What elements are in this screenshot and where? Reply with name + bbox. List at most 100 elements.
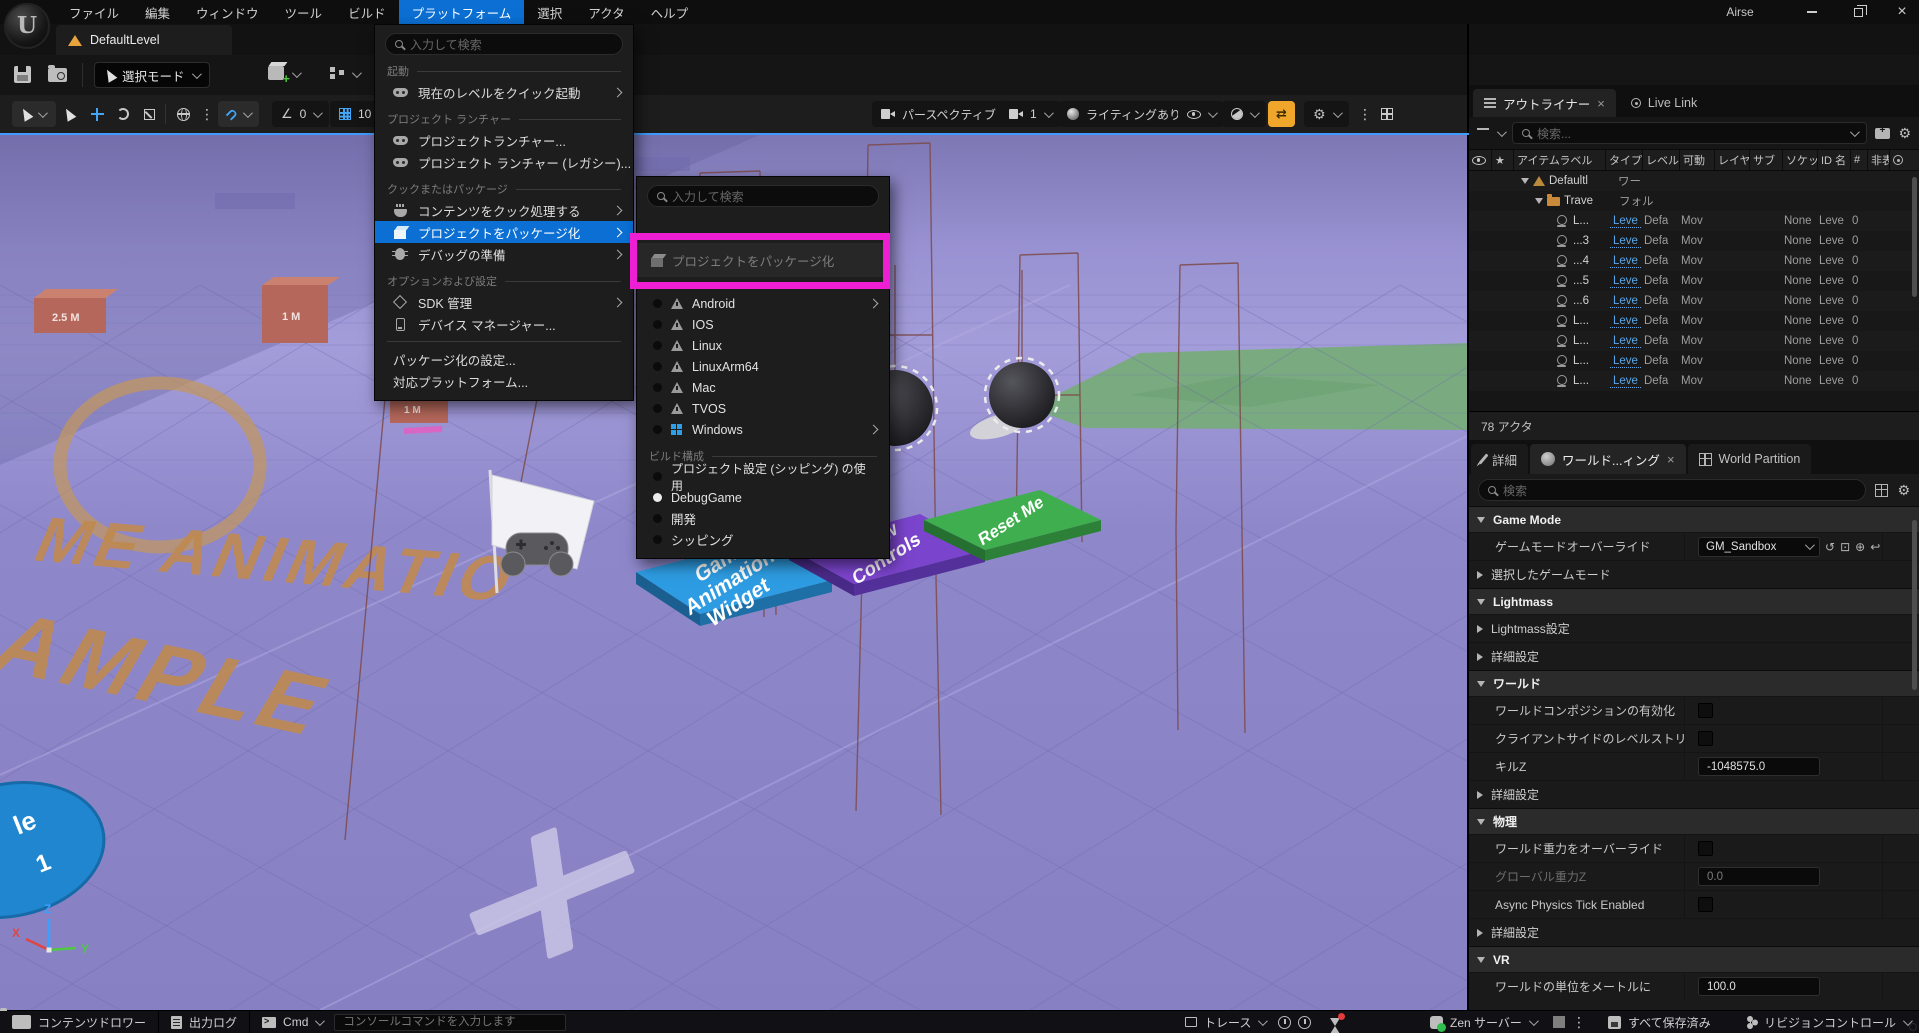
submenu-platform-linuxarm64[interactable]: LinuxArm64 xyxy=(637,356,889,377)
restore-button[interactable] xyxy=(1841,0,1875,24)
outliner-row-actor[interactable]: ...3 Leve Defa Mov None Leve 0 xyxy=(1469,231,1919,251)
add-folder-icon[interactable] xyxy=(1875,128,1890,139)
row-physics-advanced[interactable]: 詳細設定 xyxy=(1469,918,1919,946)
content-browser-icon[interactable] xyxy=(48,68,67,82)
section-vr[interactable]: VR xyxy=(1469,946,1919,972)
section-physics[interactable]: 物理 xyxy=(1469,808,1919,834)
browse-icon[interactable]: ⊡ xyxy=(1840,540,1850,554)
tab-world-settings[interactable]: ワールド...ィング xyxy=(1530,444,1686,474)
rotation-snap-dropdown[interactable] xyxy=(218,101,259,127)
tab-details[interactable]: 詳細 xyxy=(1471,444,1528,474)
submenu-platform-mac[interactable]: Mac xyxy=(637,377,889,398)
minimize-button[interactable] xyxy=(1795,0,1829,24)
tab-live-link[interactable]: Live Link xyxy=(1620,89,1708,117)
outliner-row-actor[interactable]: L... Leve Defa Mov None Leve 0 xyxy=(1469,371,1919,391)
menu-edit[interactable]: 編集 xyxy=(132,0,183,24)
gear-icon[interactable] xyxy=(1898,125,1911,142)
column-header-socket[interactable]: ソケッ xyxy=(1782,150,1817,170)
close-tab-icon[interactable] xyxy=(1597,96,1605,111)
star-column-header[interactable]: ★ xyxy=(1491,150,1513,170)
menu-item-device-manager[interactable]: デバイス マネージャー... xyxy=(375,313,633,335)
add-actor-icon[interactable] xyxy=(268,66,284,80)
insights-buttons[interactable] xyxy=(1278,1011,1311,1033)
unreal-logo[interactable]: U xyxy=(4,3,50,49)
tab-world-partition[interactable]: World Partition xyxy=(1688,444,1812,474)
column-header-type[interactable]: タイプ xyxy=(1605,150,1642,170)
revision-control-dropdown[interactable]: リビジョンコントロール xyxy=(1745,1011,1910,1033)
menu-item-package-project[interactable]: プロジェクトをパッケージ化 xyxy=(375,221,633,243)
outliner-row-actor[interactable]: ...6 Leve Defa Mov None Leve 0 xyxy=(1469,291,1919,311)
menu-item-prepare-debug[interactable]: デバッグの準備 xyxy=(375,243,633,265)
menu-item-supported-platforms[interactable]: 対応プラットフォーム... xyxy=(375,370,633,392)
select-tool-button[interactable] xyxy=(56,101,82,127)
kill-z-input[interactable]: -1048575.0 xyxy=(1698,757,1820,776)
tab-default-level[interactable]: DefaultLevel xyxy=(56,25,232,55)
checkbox[interactable] xyxy=(1698,731,1713,746)
outliner-row-actor[interactable]: ...5 Leve Defa Mov None Leve 0 xyxy=(1469,271,1919,291)
section-game-mode[interactable]: Game Mode xyxy=(1469,506,1919,532)
eye-column-header[interactable] xyxy=(1469,150,1491,170)
submenu-platform-android[interactable]: Android xyxy=(637,293,889,314)
outliner-row-actor[interactable]: ...4 Leve Defa Mov None Leve 0 xyxy=(1469,251,1919,271)
column-header-idname[interactable]: ID 名 xyxy=(1817,150,1850,170)
column-header-hidden[interactable]: 非表 xyxy=(1867,150,1889,170)
global-gravity-input[interactable]: 0.0 xyxy=(1698,867,1820,886)
menu-item-packaging-settings[interactable]: パッケージ化の設定... xyxy=(375,348,633,370)
column-header-sub[interactable]: サブ xyxy=(1749,150,1782,170)
display-options-icon[interactable] xyxy=(1875,484,1888,497)
more-options-button[interactable] xyxy=(194,101,220,127)
menu-item-cook-content[interactable]: コンテンツをクック処理する xyxy=(375,199,633,221)
menu-item-project-launcher-legacy[interactable]: プロジェクト ランチャー (レガシー)... xyxy=(375,151,633,173)
save-icon[interactable] xyxy=(14,66,31,83)
outliner-row-actor[interactable]: L... Leve Defa Mov None Leve 0 xyxy=(1469,351,1919,371)
console-command-input[interactable] xyxy=(334,1014,566,1031)
show-flags-dropdown[interactable] xyxy=(1178,101,1224,127)
checkbox[interactable] xyxy=(1698,841,1713,856)
pending-tasks-button[interactable] xyxy=(1330,1011,1340,1033)
viewport-settings-dropdown[interactable] xyxy=(1304,101,1349,127)
perspective-dropdown[interactable]: パースペクティブ xyxy=(872,101,1019,127)
outliner-row-actor[interactable]: L... Leve Defa Mov None Leve 0 xyxy=(1469,311,1919,331)
submenu-item-package-project-disabled[interactable]: プロジェクトをパッケージ化 xyxy=(637,243,889,277)
menu-window[interactable]: ウィンドウ xyxy=(183,0,272,24)
menu-build[interactable]: ビルド xyxy=(335,0,399,24)
outliner-row-folder[interactable]: Trave フォル xyxy=(1469,191,1919,211)
menu-item-project-launcher[interactable]: プロジェクトランチャー... xyxy=(375,129,633,151)
menu-search-input[interactable]: 入力して検索 xyxy=(385,33,623,55)
gear-icon[interactable] xyxy=(1897,482,1910,499)
outliner-scrollbar[interactable] xyxy=(1912,177,1917,297)
save-status-button[interactable]: すべて保存済み xyxy=(1608,1011,1711,1033)
submenu-platform-linux[interactable]: Linux xyxy=(637,335,889,356)
transform-tool-dropdown[interactable] xyxy=(12,101,56,127)
submenu-platform-tvos[interactable]: TVOS xyxy=(637,398,889,419)
menu-platforms[interactable]: プラットフォーム xyxy=(399,0,525,24)
details-search-input[interactable]: 検索 xyxy=(1478,479,1866,501)
menu-select[interactable]: 選択 xyxy=(524,0,575,24)
angle-snap-dropdown[interactable]: 0 xyxy=(272,101,329,127)
menu-help[interactable]: ヘルプ xyxy=(638,0,702,24)
menu-item-sdk-management[interactable]: SDK 管理 xyxy=(375,291,633,313)
output-log-button[interactable]: 出力ログ xyxy=(159,1011,250,1033)
row-selected-gamemode[interactable]: 選択したゲームモード xyxy=(1469,560,1919,588)
column-header-label[interactable]: アイテムラベル xyxy=(1513,150,1605,170)
row-lightmass-advanced[interactable]: 詳細設定 xyxy=(1469,642,1919,670)
derived-data-button[interactable] xyxy=(1553,1011,1586,1033)
use-selected-icon[interactable]: ↺ xyxy=(1825,540,1835,554)
submenu-platform-windows[interactable]: Windows xyxy=(637,419,889,440)
outliner-row-actor[interactable]: L... Leve Defa Mov None Leve 0 xyxy=(1469,331,1919,351)
blueprints-icon[interactable] xyxy=(330,67,344,79)
world-to-meters-input[interactable]: 100.0 xyxy=(1698,977,1820,996)
submenu-search-input[interactable]: 入力して検索 xyxy=(647,185,879,207)
checkbox[interactable] xyxy=(1698,897,1713,912)
select-mode-dropdown[interactable]: 選択モード xyxy=(94,62,210,88)
submenu-build-development[interactable]: 開発 xyxy=(637,508,889,529)
outliner-search-input[interactable]: 検索... xyxy=(1512,122,1867,144)
row-world-advanced[interactable]: 詳細設定 xyxy=(1469,780,1919,808)
column-header-layer[interactable]: レイヤ xyxy=(1714,150,1749,170)
column-header-level[interactable]: レベル xyxy=(1642,150,1679,170)
row-lightmass-settings[interactable]: Lightmass設定 xyxy=(1469,614,1919,642)
content-drawer-button[interactable]: コンテンツドロワー xyxy=(0,1011,159,1033)
close-button[interactable] xyxy=(1885,0,1919,24)
expand-arrow-icon[interactable] xyxy=(1535,198,1543,204)
zen-server-dropdown[interactable]: Zen サーバー xyxy=(1430,1011,1536,1033)
